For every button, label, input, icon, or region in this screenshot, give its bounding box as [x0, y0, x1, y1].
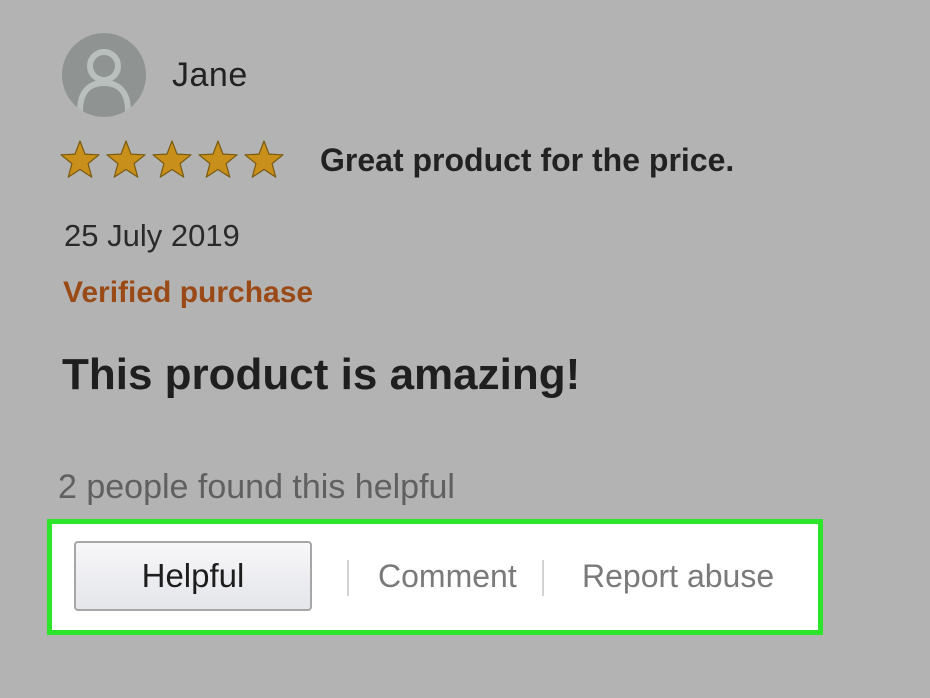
star-icon — [106, 140, 146, 178]
reviewer-name: Jane — [172, 55, 248, 94]
star-rating — [58, 138, 288, 182]
user-silhouette-icon — [77, 49, 131, 112]
avatar — [62, 33, 146, 117]
star-icon — [244, 140, 284, 178]
comment-link[interactable]: Comment — [378, 558, 517, 595]
review-title: Great product for the price. — [320, 141, 735, 178]
helpful-button[interactable]: Helpful — [74, 541, 312, 611]
review-actions-bar: Helpful Comment Report abuse — [47, 519, 823, 635]
review-date: 25 July 2019 — [64, 218, 240, 253]
review-body: This product is amazing! — [62, 350, 581, 399]
customer-review: Jane Great product for the price. 25 Jul… — [0, 0, 930, 698]
reviewer-header: Jane — [62, 33, 248, 117]
divider — [347, 560, 349, 596]
star-icon — [198, 140, 238, 178]
verified-purchase-badge: Verified purchase — [63, 276, 314, 309]
divider — [542, 560, 544, 596]
star-icon — [152, 140, 192, 178]
star-icon — [60, 140, 100, 178]
helpful-count: 2 people found this helpful — [58, 468, 455, 506]
rating-row: Great product for the price. — [58, 138, 734, 182]
report-abuse-link[interactable]: Report abuse — [582, 558, 774, 595]
